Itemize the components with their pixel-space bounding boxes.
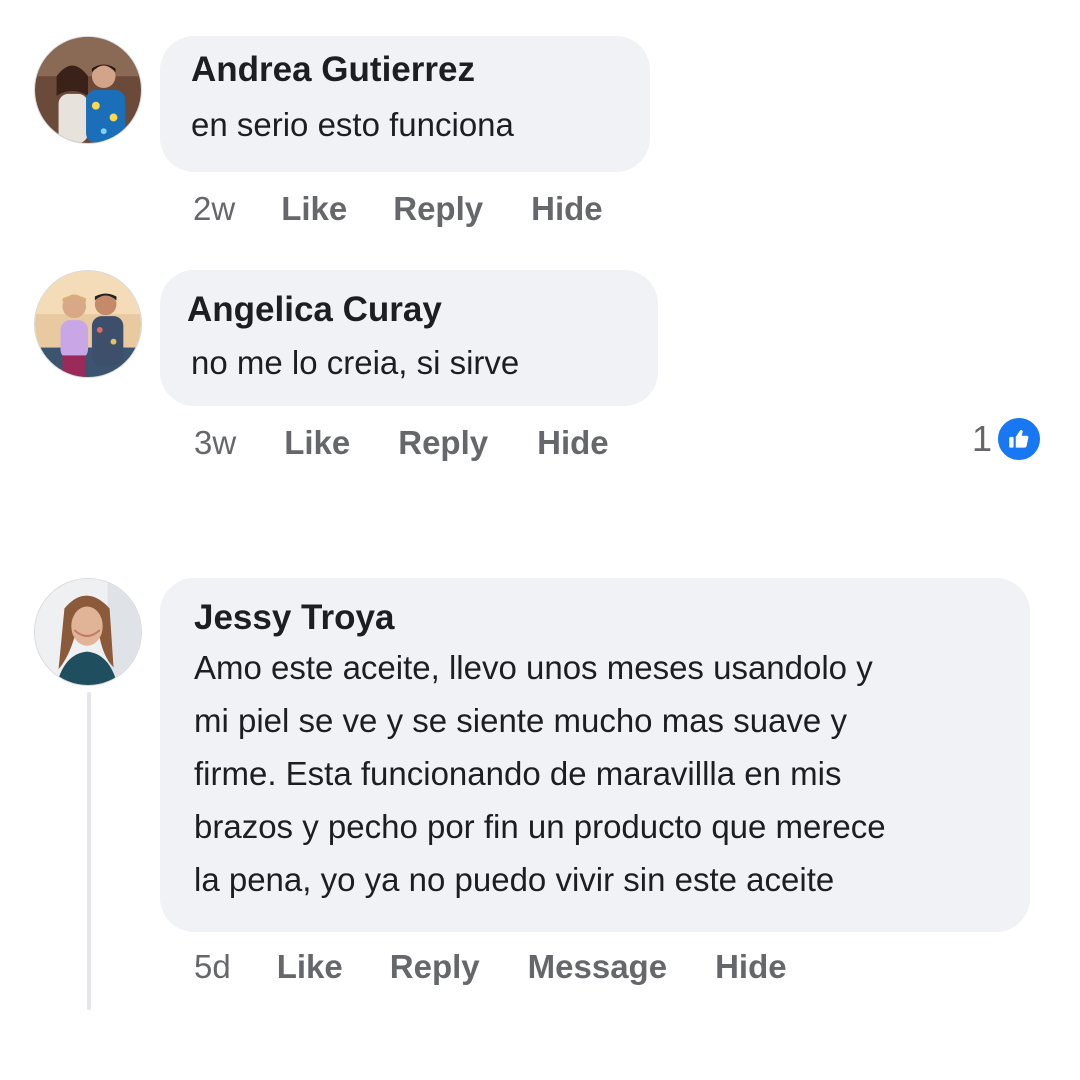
comment-timestamp[interactable]: 5d (194, 948, 231, 986)
message-button[interactable]: Message (528, 948, 667, 986)
avatar[interactable] (34, 36, 142, 144)
like-button[interactable]: Like (281, 190, 347, 228)
avatar-photo-couple (35, 37, 141, 143)
comment-timestamp[interactable]: 3w (194, 424, 236, 462)
comment-author[interactable]: Angelica Curay (187, 290, 442, 330)
comment-text-line: Amo este aceite, llevo unos meses usando… (194, 649, 873, 686)
comment-text-line: la pena, yo ya no puedo vivir sin este a… (194, 861, 835, 898)
hide-button[interactable]: Hide (715, 948, 787, 986)
comment-text: Amo este aceite, llevo unos meses usando… (194, 641, 1014, 906)
comment-text-line: brazos y pecho por fin un producto que m… (194, 808, 886, 845)
avatar[interactable] (34, 578, 142, 686)
like-button[interactable]: Like (277, 948, 343, 986)
comment-actions: 2w Like Reply Hide (193, 190, 603, 228)
like-button[interactable]: Like (284, 424, 350, 462)
comment-text: no me lo creia, si sirve (191, 344, 520, 381)
reply-button[interactable]: Reply (398, 424, 488, 462)
comment-author[interactable]: Andrea Gutierrez (191, 50, 475, 90)
comment-timestamp[interactable]: 2w (193, 190, 235, 228)
comment-actions: 5d Like Reply Message Hide (194, 948, 787, 986)
avatar[interactable] (34, 270, 142, 378)
hide-button[interactable]: Hide (537, 424, 609, 462)
comment-author[interactable]: Jessy Troya (194, 598, 394, 638)
thread-line (87, 692, 91, 1010)
reply-button[interactable]: Reply (390, 948, 480, 986)
comment-text-line: firme. Esta funcionando de maravillla en… (194, 755, 842, 792)
reaction-summary[interactable]: 1 (972, 416, 1043, 462)
comment-text-line: mi piel se ve y se siente mucho mas suav… (194, 702, 847, 739)
thumbs-up-icon (996, 416, 1043, 462)
comment-text: en serio esto funciona (191, 106, 514, 143)
comment-actions: 3w Like Reply Hide (194, 424, 609, 462)
avatar-photo-woman (35, 579, 141, 685)
hide-button[interactable]: Hide (531, 190, 603, 228)
avatar-photo-couple (35, 271, 141, 377)
reply-button[interactable]: Reply (393, 190, 483, 228)
reaction-count: 1 (972, 418, 993, 459)
